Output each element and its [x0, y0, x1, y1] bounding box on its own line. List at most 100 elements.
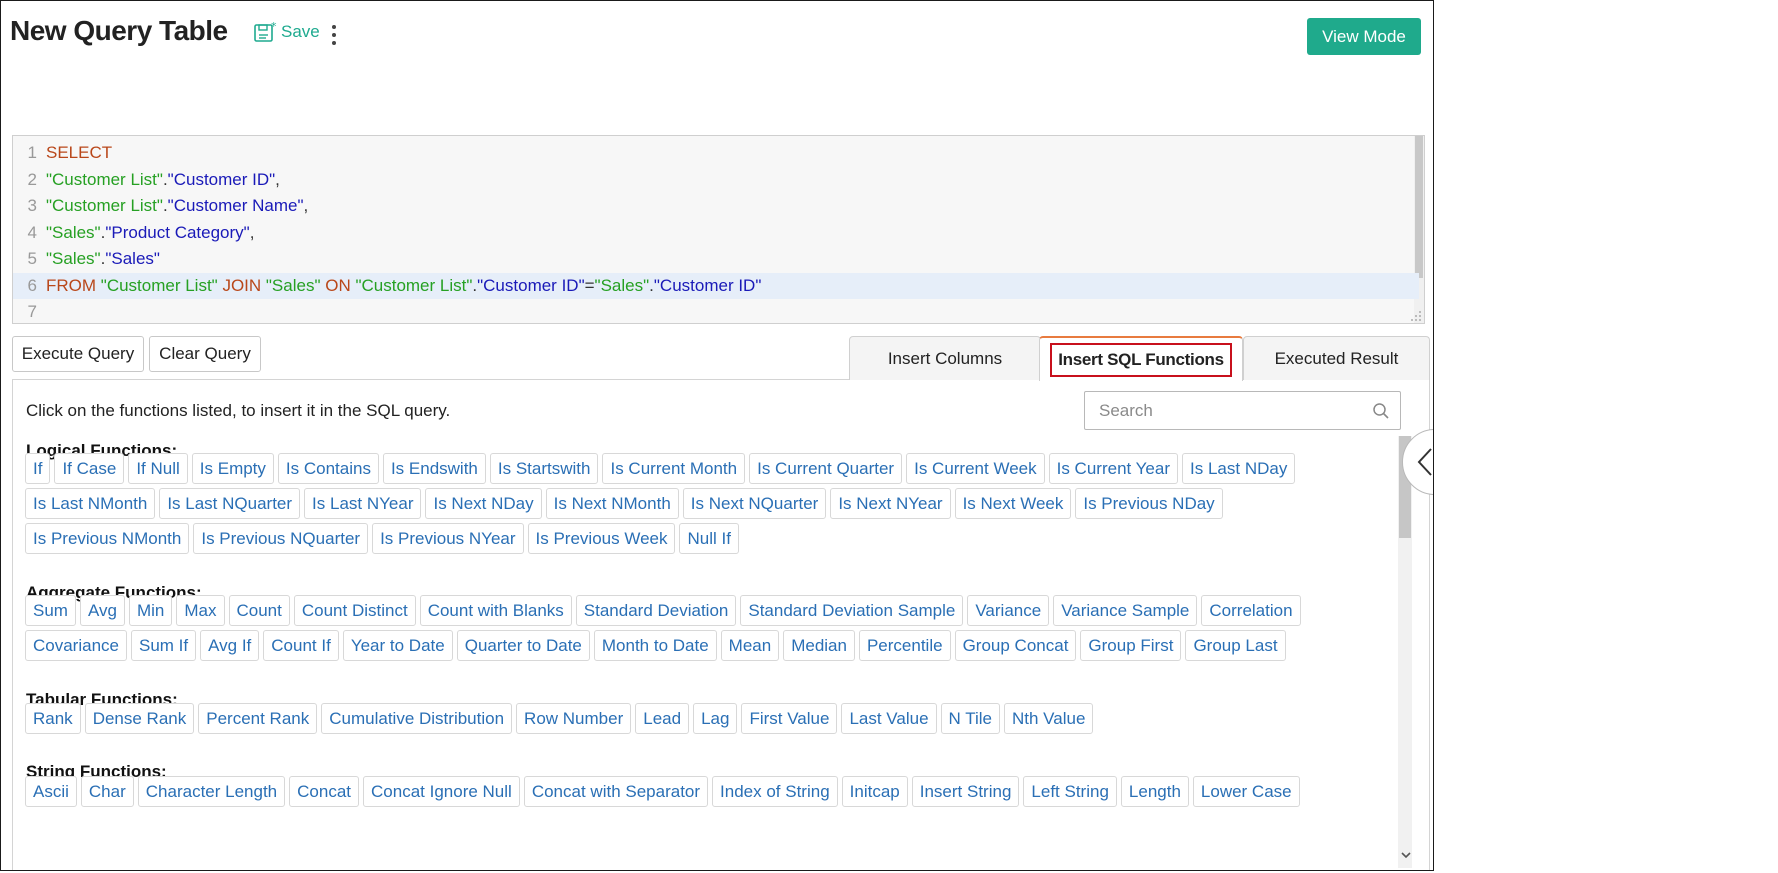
panel-scrollbar[interactable]	[1398, 436, 1412, 868]
function-chip-row: Ascii Char Character Length Concat Concat Ig…	[25, 776, 1300, 807]
function-chip[interactable]: Is Last NQuarter	[159, 488, 301, 519]
editor-line[interactable]: 3 "Customer List"."Customer Name",	[13, 193, 1419, 219]
function-search-box[interactable]	[1084, 391, 1401, 430]
function-chip[interactable]: Quarter to Date	[456, 630, 590, 661]
function-chip[interactable]: Last Value	[841, 703, 937, 734]
clear-query-button[interactable]: Clear Query	[149, 336, 261, 372]
function-chip[interactable]: Is Next Week	[954, 488, 1072, 519]
function-chip[interactable]: If Null	[128, 453, 188, 484]
function-chip[interactable]: Is Last NMonth	[25, 488, 156, 519]
editor-line[interactable]: 6 FROM "Customer List" JOIN "Sales" ON "C…	[13, 272, 1419, 299]
function-chip[interactable]: Year to Date	[342, 630, 453, 661]
view-mode-button[interactable]: View Mode	[1307, 18, 1421, 55]
search-icon[interactable]	[1372, 402, 1390, 420]
function-chip[interactable]: Concat	[289, 776, 360, 807]
tab-insert-columns[interactable]: Insert Columns	[849, 336, 1041, 380]
function-chip[interactable]: Insert String	[911, 776, 1020, 807]
function-chip[interactable]: Lower Case	[1192, 776, 1300, 807]
function-chip[interactable]: Is Contains	[277, 453, 379, 484]
tab-executed-result[interactable]: Executed Result	[1243, 336, 1430, 380]
function-chip[interactable]: Is Last NDay	[1182, 453, 1296, 484]
function-chip[interactable]: Is Current Month	[602, 453, 746, 484]
function-chip[interactable]: Index of String	[712, 776, 838, 807]
execute-query-button[interactable]: Execute Query	[12, 336, 144, 372]
function-chip[interactable]: Nth Value	[1004, 703, 1094, 734]
save-button[interactable]: * Save	[254, 21, 320, 43]
function-chip[interactable]: Is Previous NMonth	[25, 523, 190, 554]
editor-line[interactable]: 2 "Customer List"."Customer ID",	[13, 167, 1419, 193]
function-chip[interactable]: Null If	[679, 523, 739, 554]
code-token: ON	[320, 275, 356, 295]
function-chip[interactable]: Is Current Week	[906, 453, 1045, 484]
function-chip[interactable]: Count with Blanks	[419, 595, 572, 626]
function-chip[interactable]: Is Previous Week	[527, 523, 676, 554]
function-chip[interactable]: Is Next NMonth	[545, 488, 679, 519]
function-chip[interactable]: Row Number	[516, 703, 632, 734]
function-chip[interactable]: Standard Deviation Sample	[740, 595, 964, 626]
editor-line[interactable]: 1 SELECT	[13, 140, 1419, 166]
function-chip[interactable]: Percent Rank	[198, 703, 318, 734]
function-chip[interactable]: Initcap	[841, 776, 908, 807]
function-chip[interactable]: Group First	[1080, 630, 1182, 661]
sql-functions-panel: Click on the functions listed, to insert…	[12, 380, 1430, 870]
tab-insert-sql-functions[interactable]: Insert SQL Functions	[1039, 336, 1243, 381]
function-chip[interactable]: If	[25, 453, 51, 484]
function-chip[interactable]: Character Length	[137, 776, 286, 807]
code-token: "Sales"	[46, 222, 101, 242]
function-chip[interactable]: Char	[80, 776, 134, 807]
function-chip[interactable]: Left String	[1023, 776, 1117, 807]
function-chip[interactable]: Is Next NDay	[425, 488, 542, 519]
function-chip[interactable]: Is Previous NDay	[1075, 488, 1223, 519]
function-chip[interactable]: Concat Ignore Null	[363, 776, 520, 807]
function-chip[interactable]: Is Empty	[191, 453, 274, 484]
sql-editor[interactable]: 1 SELECT 2 "Customer List"."Customer ID", 3 "…	[12, 135, 1425, 324]
function-chip[interactable]: Month to Date	[593, 630, 717, 661]
function-chip[interactable]: Group Last	[1185, 630, 1286, 661]
function-chip[interactable]: Is Next NQuarter	[682, 488, 827, 519]
function-chip[interactable]: Cumulative Distribution	[321, 703, 513, 734]
function-chip[interactable]: Variance	[967, 595, 1050, 626]
chevron-left-icon	[1417, 448, 1432, 476]
function-chip[interactable]: Sum If	[131, 630, 197, 661]
function-chip[interactable]: Max	[176, 595, 225, 626]
function-chip[interactable]: N Tile	[940, 703, 1000, 734]
scroll-down-icon[interactable]	[1400, 850, 1412, 860]
function-chip[interactable]: Is Current Year	[1048, 453, 1179, 484]
function-chip[interactable]: First Value	[741, 703, 838, 734]
function-chip[interactable]: Is Previous NYear	[372, 523, 524, 554]
function-chip[interactable]: Median	[783, 630, 855, 661]
more-options-icon[interactable]	[327, 23, 341, 47]
function-chip[interactable]: Is Previous NQuarter	[193, 523, 369, 554]
function-chip[interactable]: Lead	[635, 703, 690, 734]
function-chip[interactable]: Is Last NYear	[304, 488, 422, 519]
function-chip[interactable]: Sum	[25, 595, 76, 626]
function-chip[interactable]: Correlation	[1201, 595, 1301, 626]
function-chip[interactable]: Count If	[263, 630, 339, 661]
function-chip[interactable]: Min	[128, 595, 173, 626]
function-chip[interactable]: Lag	[693, 703, 738, 734]
function-chip[interactable]: Length	[1120, 776, 1189, 807]
function-chip[interactable]: Mean	[720, 630, 780, 661]
function-chip[interactable]: Ascii	[25, 776, 77, 807]
function-chip[interactable]: Count Distinct	[293, 595, 416, 626]
function-chip[interactable]: Concat with Separator	[523, 776, 709, 807]
function-chip[interactable]: Dense Rank	[84, 703, 195, 734]
function-chip[interactable]: Variance Sample	[1053, 595, 1198, 626]
function-chip[interactable]: Rank	[25, 703, 81, 734]
function-chip[interactable]: Standard Deviation	[575, 595, 737, 626]
editor-line[interactable]: 5 "Sales"."Sales"	[13, 246, 1419, 272]
function-chip[interactable]: Is Endswith	[382, 453, 486, 484]
function-chip[interactable]: Is Next NYear	[830, 488, 951, 519]
function-chip[interactable]: Avg If	[200, 630, 260, 661]
function-search-input[interactable]	[1097, 392, 1371, 429]
function-chip[interactable]: Is Current Quarter	[749, 453, 903, 484]
function-chip[interactable]: Covariance	[25, 630, 127, 661]
function-chip[interactable]: Is Startswith	[489, 453, 599, 484]
function-chip[interactable]: If Case	[54, 453, 125, 484]
editor-line[interactable]: 7	[13, 299, 1419, 323]
editor-line[interactable]: 4 "Sales"."Product Category",	[13, 220, 1419, 246]
function-chip[interactable]: Percentile	[858, 630, 951, 661]
function-chip[interactable]: Count	[228, 595, 290, 626]
function-chip[interactable]: Group Concat	[954, 630, 1077, 661]
function-chip[interactable]: Avg	[79, 595, 125, 626]
